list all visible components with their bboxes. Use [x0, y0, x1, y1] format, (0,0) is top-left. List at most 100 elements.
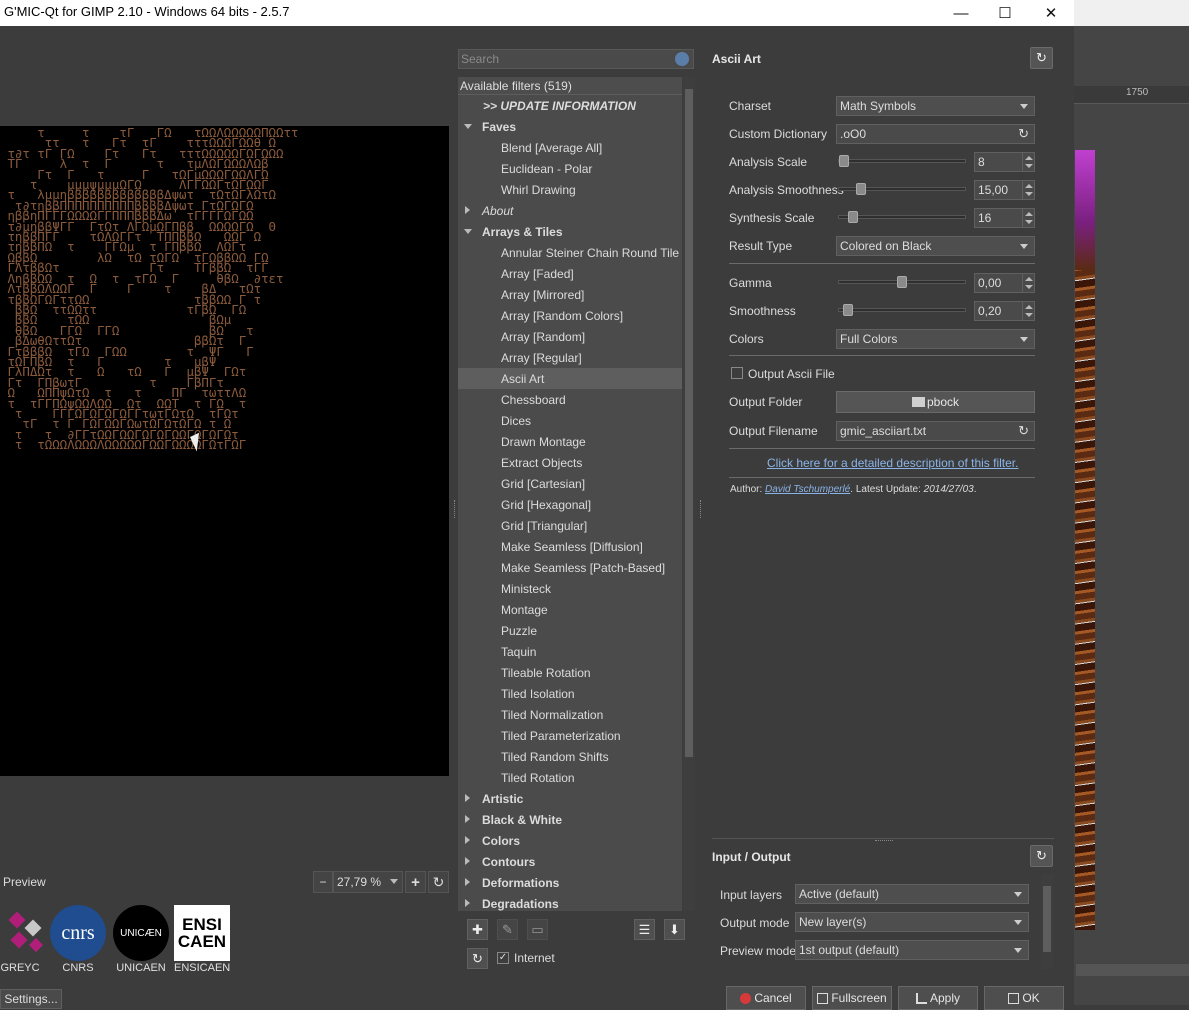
tree-item[interactable]: Drawn Montage — [458, 431, 682, 452]
chevron-right-icon[interactable] — [465, 836, 470, 844]
tree-item[interactable]: Annular Steiner Chain Round Tile — [458, 242, 682, 263]
tree-item-update-info[interactable]: >> UPDATE INFORMATION — [458, 95, 682, 116]
tree-item[interactable]: Array [Random Colors] — [458, 305, 682, 326]
settings-button[interactable]: Settings... — [0, 989, 62, 1009]
chevron-right-icon[interactable] — [465, 794, 470, 802]
minimize-button[interactable]: — — [938, 0, 984, 26]
cancel-button[interactable]: Cancel — [726, 986, 806, 1010]
tree-item[interactable]: Chessboard — [458, 389, 682, 410]
tree-category[interactable]: Contours — [458, 851, 682, 872]
input-layers-select[interactable]: Active (default) — [795, 884, 1029, 904]
tree-item[interactable]: Montage — [458, 599, 682, 620]
tree-item[interactable]: Euclidean - Polar — [458, 158, 682, 179]
filters-tree[interactable]: >> UPDATE INFORMATION Faves Blend [Average… — [458, 95, 682, 911]
remove-fave-icon[interactable]: ✎ — [497, 919, 518, 940]
analysis-smoothness-slider[interactable] — [838, 183, 966, 195]
zoom-out-button[interactable]: − — [313, 871, 333, 893]
tree-item[interactable]: Tiled Parameterization — [458, 725, 682, 746]
tree-category[interactable]: Deformations — [458, 872, 682, 893]
tree-item[interactable]: Dices — [458, 410, 682, 431]
add-fave-icon[interactable]: ✚ — [467, 919, 488, 940]
tree-category[interactable]: Colors — [458, 830, 682, 851]
tree-item[interactable]: Tiled Isolation — [458, 683, 682, 704]
synthesis-scale-slider[interactable] — [838, 211, 966, 223]
tree-item[interactable]: Puzzle — [458, 620, 682, 641]
analysis-smoothness-spin[interactable]: 15,00 — [974, 180, 1035, 200]
fullscreen-button[interactable]: Fullscreen — [812, 986, 892, 1010]
smoothness-slider[interactable] — [838, 304, 966, 316]
synthesis-scale-spin[interactable]: 16 — [974, 208, 1035, 228]
visibility-icon[interactable]: ☰ — [634, 919, 655, 940]
tree-item[interactable]: Array [Regular] — [458, 347, 682, 368]
tree-item[interactable]: Extract Objects — [458, 452, 682, 473]
tree-item[interactable]: Make Seamless [Diffusion] — [458, 536, 682, 557]
filter-description-link[interactable]: Click here for a detailed description of… — [767, 456, 1018, 470]
refresh-icon[interactable]: ↻ — [1018, 126, 1029, 142]
author-link[interactable]: David Tschumperlé — [765, 484, 850, 495]
tree-category[interactable]: Arrays & Tiles — [458, 221, 682, 242]
tree-item[interactable]: Array [Random] — [458, 326, 682, 347]
tree-item[interactable]: Grid [Triangular] — [458, 515, 682, 536]
tree-category[interactable]: Faves — [458, 116, 682, 137]
maximize-button[interactable]: ☐ — [982, 0, 1028, 26]
splitter-handle[interactable] — [700, 500, 702, 518]
chevron-right-icon[interactable] — [465, 857, 470, 865]
analysis-scale-slider[interactable] — [838, 155, 966, 167]
search-input[interactable]: Search — [458, 49, 694, 69]
chevron-down-icon[interactable] — [464, 229, 472, 234]
tree-item[interactable]: Tiled Normalization — [458, 704, 682, 725]
smoothness-spin[interactable]: 0,20 — [974, 301, 1035, 321]
update-icon[interactable]: ↻ — [467, 948, 488, 969]
chevron-down-icon[interactable] — [464, 124, 472, 129]
tree-item[interactable]: Tileable Rotation — [458, 662, 682, 683]
filters-scrollbar[interactable] — [683, 77, 695, 911]
output-folder-button[interactable]: pbock — [836, 391, 1035, 413]
output-ascii-checkbox[interactable] — [731, 367, 743, 379]
tree-category[interactable]: Degradations — [458, 893, 682, 911]
tree-item[interactable]: Array [Faded] — [458, 263, 682, 284]
output-mode-select[interactable]: New layer(s) — [795, 912, 1029, 932]
close-button[interactable]: ✕ — [1028, 0, 1074, 26]
zoom-reset-button[interactable]: ↻ — [428, 871, 449, 893]
rename-fave-icon[interactable]: ▭ — [527, 919, 548, 940]
zoom-level-combo[interactable]: 27,79 % — [333, 871, 403, 893]
tree-item[interactable]: Ministeck — [458, 578, 682, 599]
refresh-icon[interactable]: ↻ — [1018, 423, 1029, 439]
analysis-scale-spin[interactable]: 8 — [974, 152, 1035, 172]
tree-item[interactable]: Make Seamless [Patch-Based] — [458, 557, 682, 578]
dictionary-input[interactable]: .oO0 ↻ — [836, 124, 1035, 144]
colors-select[interactable]: Full Colors — [836, 329, 1035, 349]
tree-category[interactable]: Artistic — [458, 788, 682, 809]
tree-item[interactable]: Taquin — [458, 641, 682, 662]
chevron-right-icon[interactable] — [465, 206, 470, 214]
splitter-handle[interactable] — [454, 500, 456, 518]
reset-params-button[interactable]: ↻ — [1030, 47, 1053, 69]
chevron-right-icon[interactable] — [465, 815, 470, 823]
gimp-scrollbar[interactable] — [1076, 964, 1189, 976]
tree-item[interactable]: Blend [Average All] — [458, 137, 682, 158]
charset-select[interactable]: Math Symbols — [836, 96, 1035, 116]
preview-mode-select[interactable]: 1st output (default) — [795, 940, 1029, 960]
expand-icon[interactable]: ⬇ — [664, 919, 685, 940]
tree-item[interactable]: Tiled Rotation — [458, 767, 682, 788]
output-filename-input[interactable]: gmic_asciiart.txt ↻ — [836, 421, 1035, 441]
tree-category[interactable]: About — [458, 200, 682, 221]
gamma-spin[interactable]: 0,00 — [974, 273, 1035, 293]
apply-button[interactable]: Apply — [898, 986, 978, 1010]
io-reset-button[interactable]: ↻ — [1030, 845, 1053, 867]
tree-item[interactable]: Whirl Drawing — [458, 179, 682, 200]
tree-item[interactable]: Array [Mirrored] — [458, 284, 682, 305]
gamma-slider[interactable] — [838, 276, 966, 288]
chevron-right-icon[interactable] — [465, 878, 470, 886]
tree-item[interactable]: Grid [Hexagonal] — [458, 494, 682, 515]
tree-item[interactable]: Grid [Cartesian] — [458, 473, 682, 494]
chevron-right-icon[interactable] — [465, 899, 470, 907]
io-scrollbar[interactable] — [1041, 874, 1053, 969]
tree-category[interactable]: Black & White — [458, 809, 682, 830]
zoom-in-button[interactable]: + — [405, 871, 426, 893]
tree-item[interactable]: Tiled Random Shifts — [458, 746, 682, 767]
result-type-select[interactable]: Colored on Black — [836, 236, 1035, 256]
preview-canvas[interactable]: τ τ τΓ ΓΩ τΩΩΛΩΩΩΩΩΠΩΩττ ττ τ Γτ τΓ τττΩ… — [0, 126, 449, 776]
ok-button[interactable]: OK — [984, 986, 1064, 1010]
tree-item[interactable]: Ascii Art — [458, 368, 682, 389]
